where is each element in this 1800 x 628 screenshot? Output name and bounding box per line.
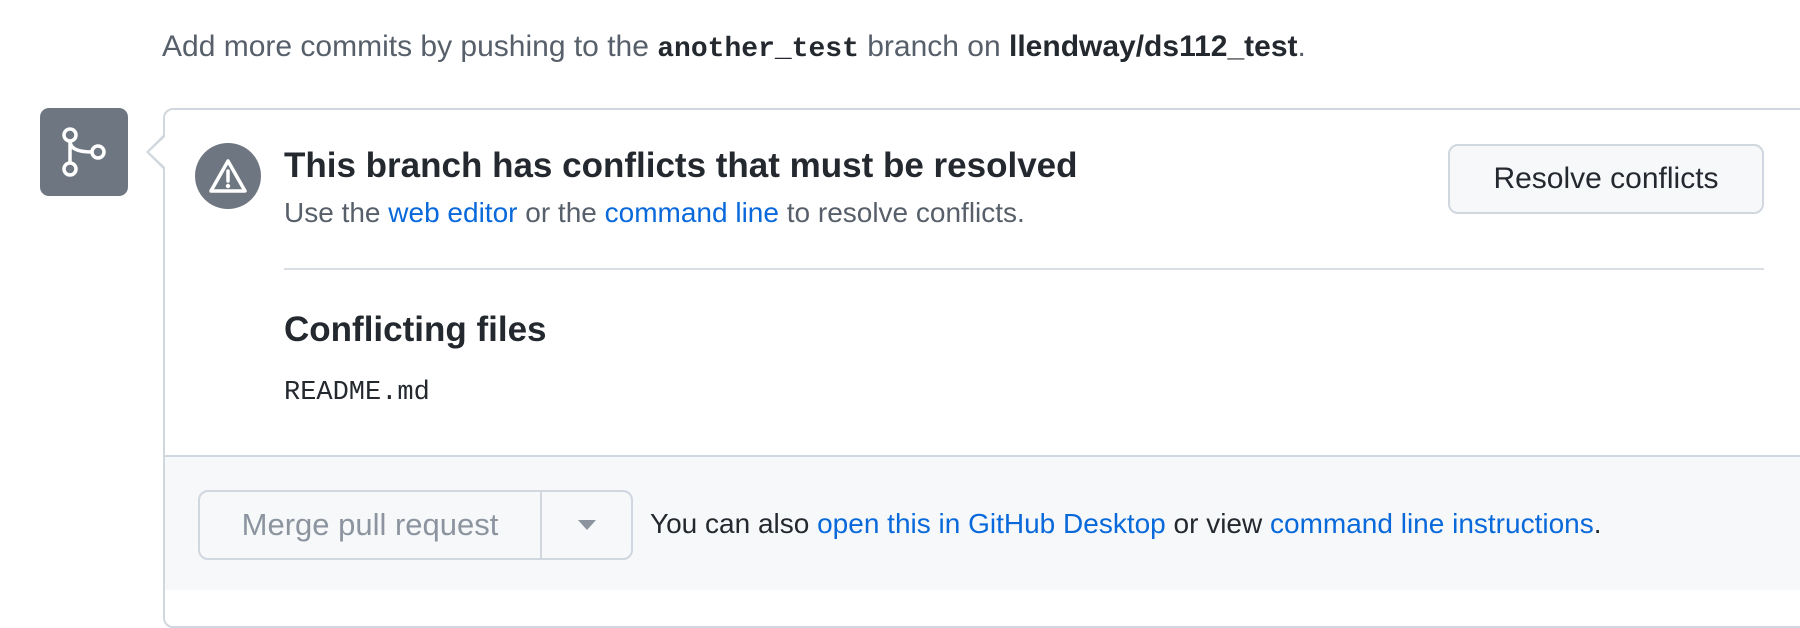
repo-name: llendway/ds112_test [1009, 30, 1298, 63]
conflict-subtitle: Use the web editor or the command line t… [284, 197, 1025, 229]
resolve-conflicts-button[interactable]: Resolve conflicts [1448, 144, 1764, 214]
merge-alternatives: You can also open this in GitHub Desktop… [650, 508, 1602, 540]
conflict-sub-prefix: Use the [284, 197, 381, 228]
push-commits-notice: Add more commits by pushing to the anoth… [162, 30, 1306, 65]
merge-pull-request-button[interactable]: Merge pull request [200, 492, 542, 558]
conflicting-file-item: README.md [284, 378, 430, 408]
command-line-link[interactable]: command line [605, 197, 779, 228]
merge-button-group: Merge pull request [198, 490, 633, 560]
triangle-down-icon [577, 520, 596, 530]
notice-prefix: Add more commits by pushing to the [162, 30, 649, 63]
conflicting-files-heading: Conflicting files [284, 310, 547, 349]
notice-suffix: . [1297, 30, 1306, 63]
merge-alt-middle: or view [1173, 508, 1263, 539]
merge-alt-suffix: . [1593, 508, 1602, 539]
conflict-title: This branch has conflicts that must be r… [284, 146, 1078, 185]
branch-name: another_test [657, 34, 859, 65]
conflict-sub-middle: or the [525, 197, 597, 228]
web-editor-link[interactable]: web editor [388, 197, 517, 228]
merge-options-dropdown[interactable] [542, 492, 631, 558]
alert-triangle-icon [195, 143, 261, 209]
panel-pointer-fill [149, 137, 165, 167]
merge-alt-prefix: You can also [650, 508, 810, 539]
open-github-desktop-link[interactable]: open this in GitHub Desktop [817, 508, 1166, 539]
command-line-instructions-link[interactable]: command line instructions [1270, 508, 1594, 539]
conflict-sub-suffix: to resolve conflicts. [786, 197, 1025, 228]
section-divider [284, 268, 1764, 270]
git-merge-icon [40, 108, 128, 196]
notice-middle: branch on [867, 30, 1001, 63]
